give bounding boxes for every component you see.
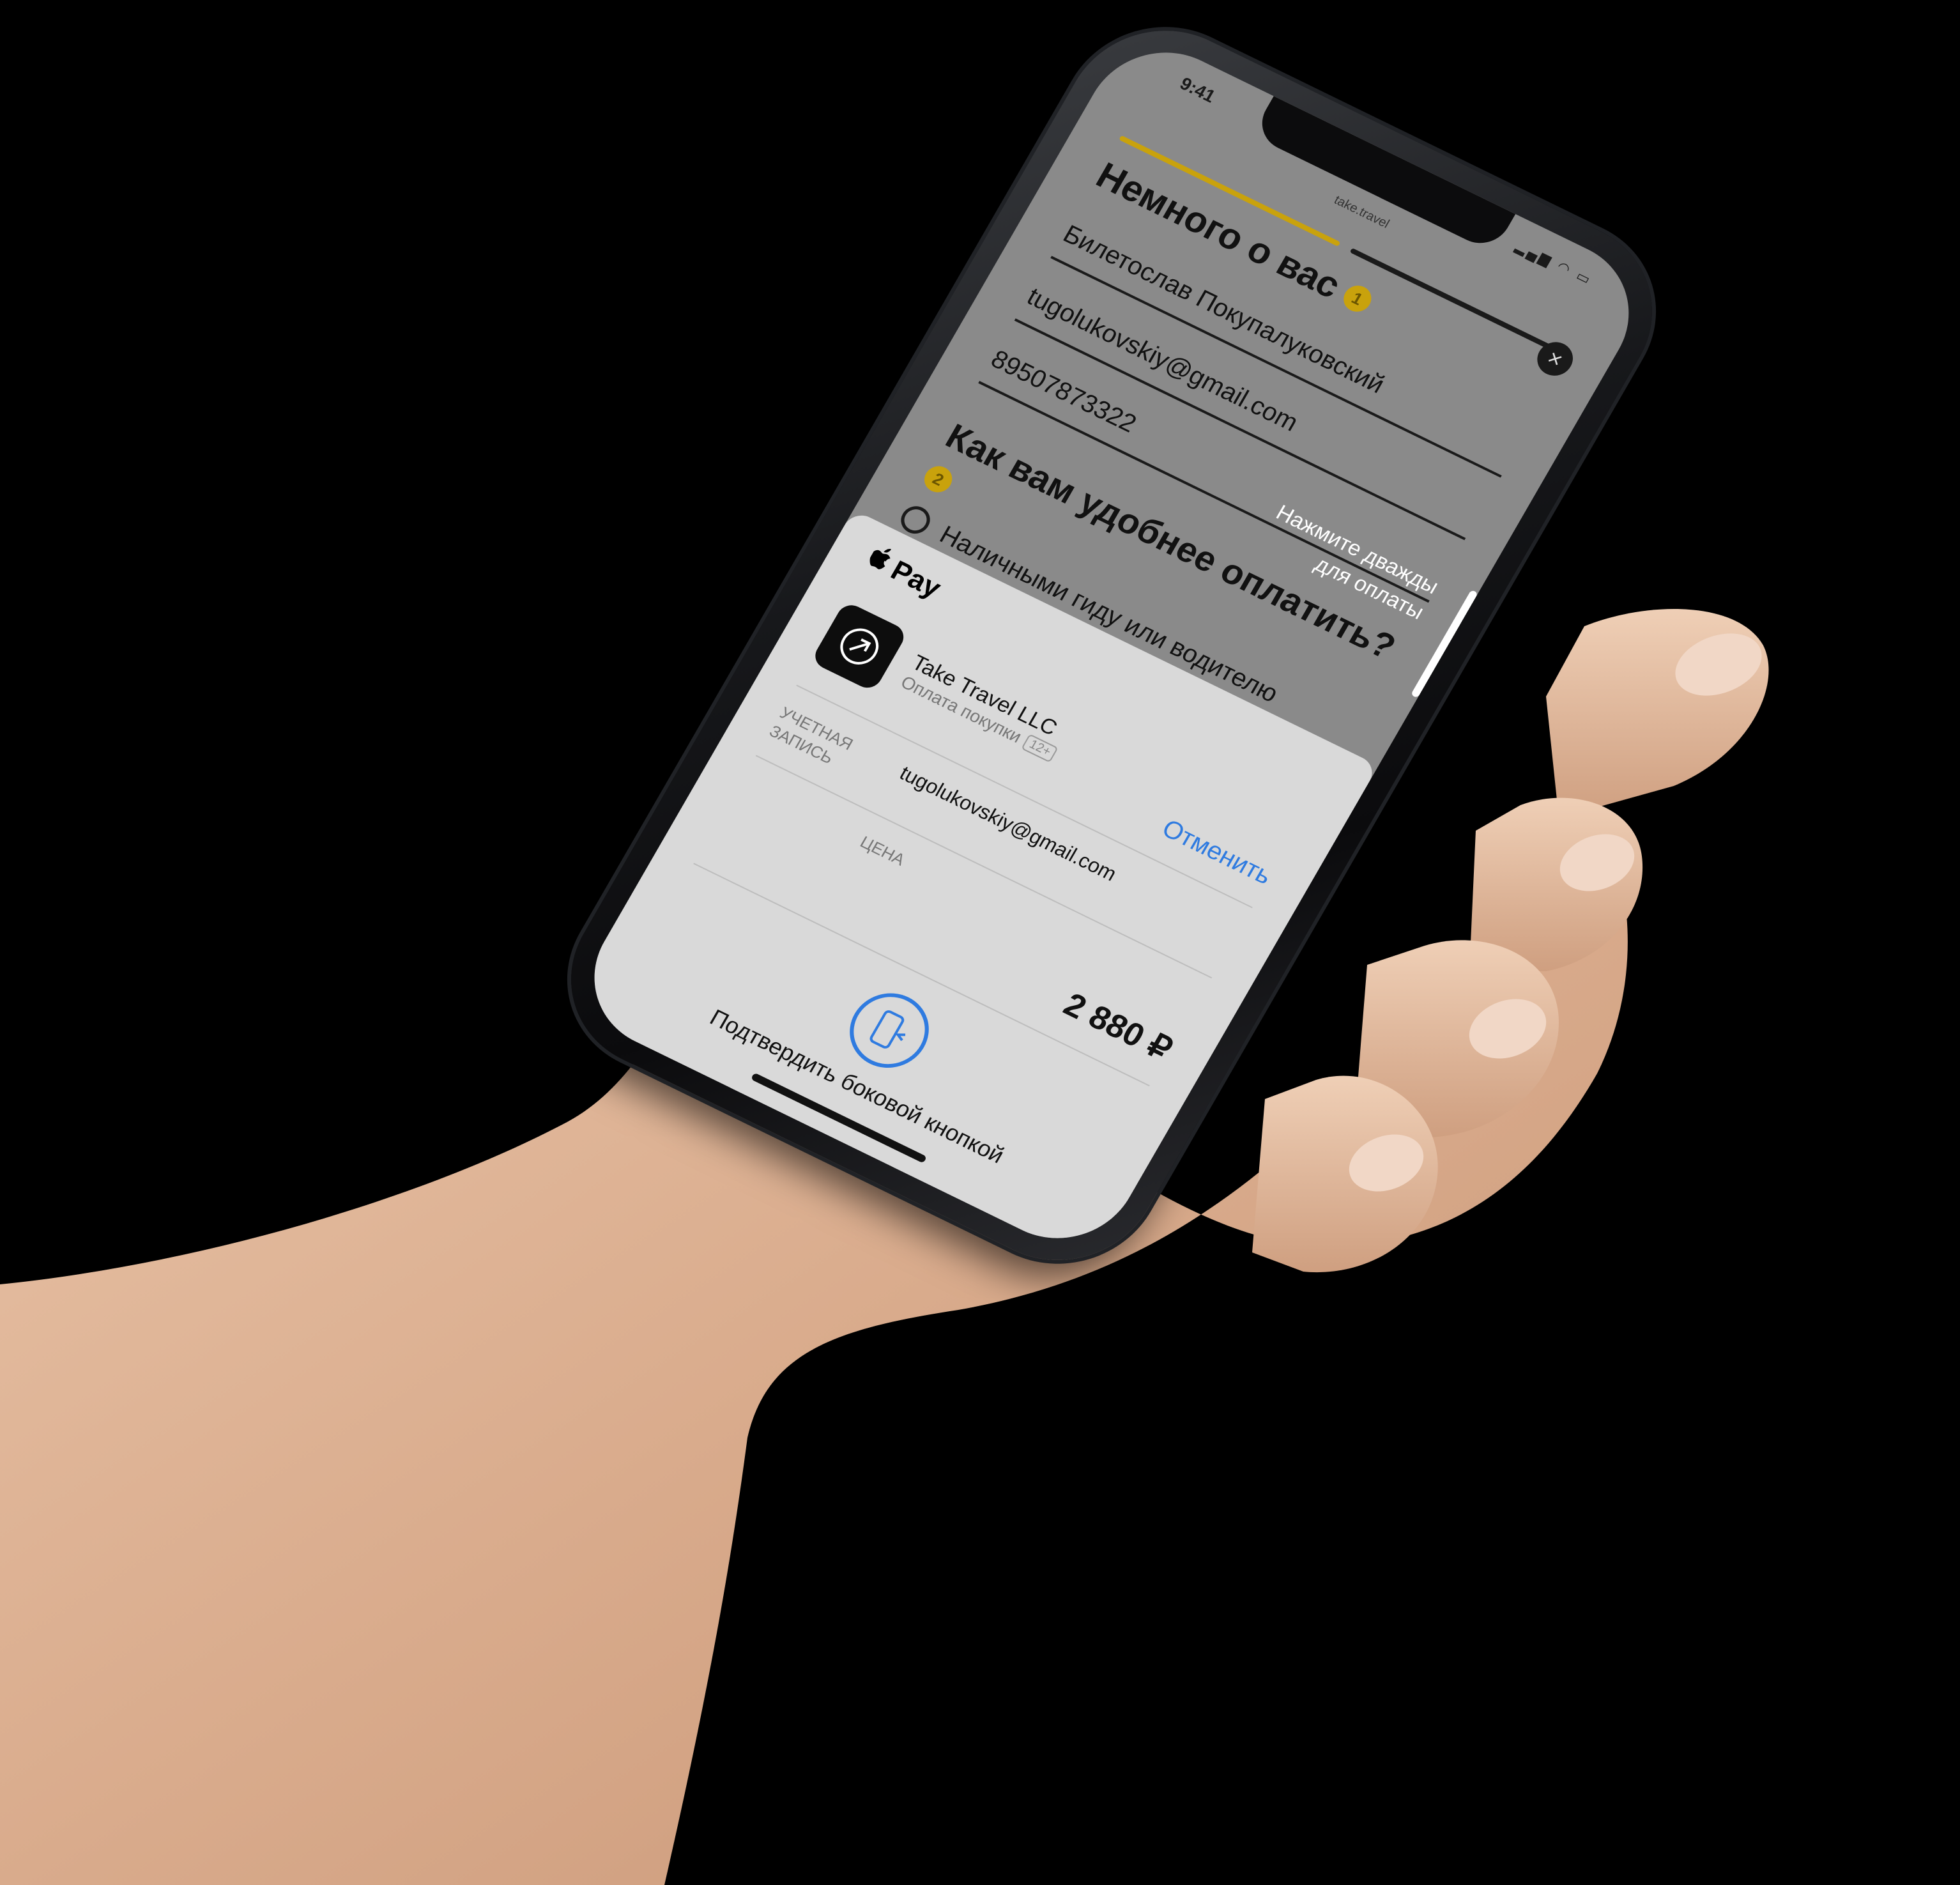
stage: 9:41 ▂▄▆ ◠ ▭ take.travel Немного о вас 1… [0, 0, 1960, 1885]
apple-pay-logo: Pay [862, 543, 947, 604]
step-badge-2: 2 [919, 461, 958, 497]
side-button-confirm-icon [836, 980, 944, 1081]
wifi-icon: ◠ [1554, 258, 1576, 279]
take-travel-app-icon [810, 600, 909, 693]
close-icon: × [1542, 344, 1568, 373]
battery-icon: ▭ [1573, 267, 1596, 289]
signal-icon: ▂▄▆ [1513, 238, 1557, 270]
step-badge-1: 1 [1338, 281, 1377, 316]
price-value: 2 880 ₽ [1057, 985, 1179, 1068]
apple-pay-logo-text: Pay [885, 554, 947, 604]
status-time: 9:41 [1176, 73, 1219, 107]
